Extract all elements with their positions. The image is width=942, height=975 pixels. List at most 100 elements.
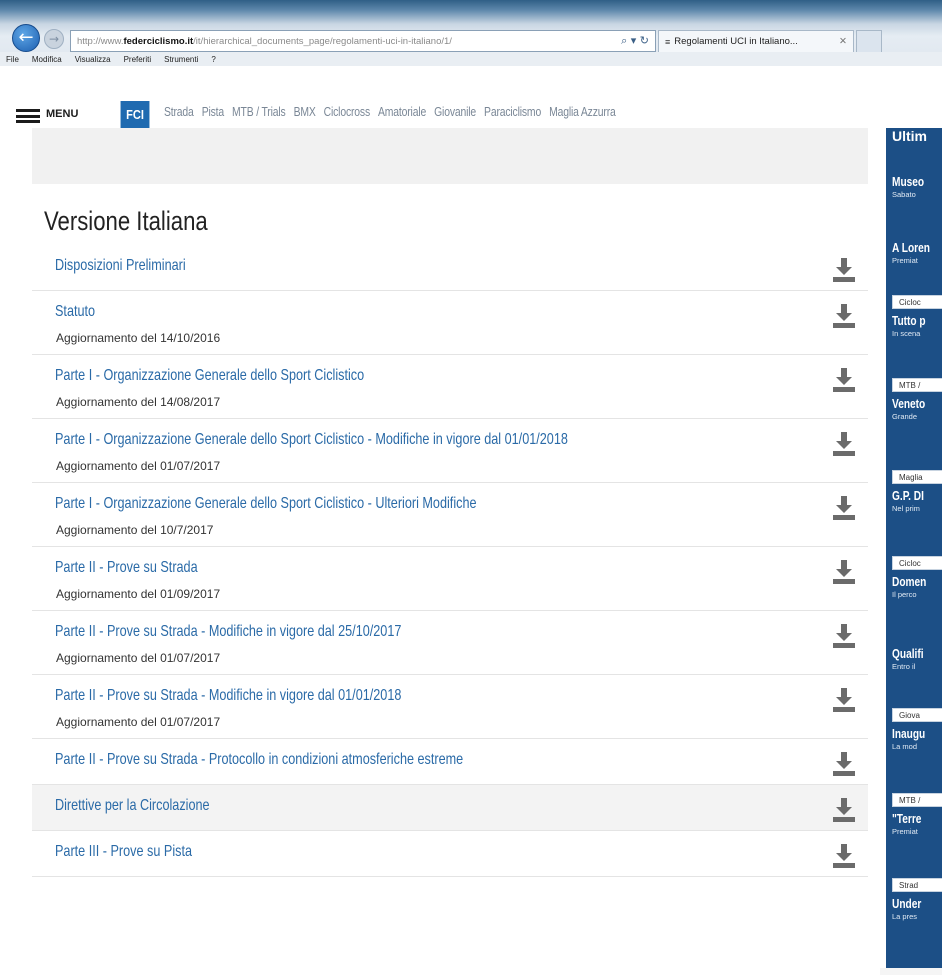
news-item[interactable]: Domen Il perco bbox=[892, 574, 942, 599]
document-date: Aggiornamento del 01/07/2017 bbox=[56, 715, 221, 729]
nav-link-pista[interactable]: Pista bbox=[202, 104, 224, 119]
document-link[interactable]: Disposizioni Preliminari bbox=[55, 257, 186, 275]
browser-chrome: ← → http://www. federciclismo.it/it/hiera… bbox=[0, 0, 942, 66]
news-item[interactable]: Qualifi Entro il bbox=[892, 646, 942, 671]
new-tab-button[interactable] bbox=[856, 30, 882, 52]
menu-help[interactable]: ? bbox=[211, 55, 215, 64]
news-item[interactable]: G.P. DI Nel prim bbox=[892, 488, 942, 513]
news-title[interactable]: Under bbox=[892, 896, 939, 911]
document-date: Aggiornamento del 01/07/2017 bbox=[56, 459, 221, 473]
news-title[interactable]: Museo bbox=[892, 174, 939, 189]
list-item: Parte I - Organizzazione Generale dello … bbox=[32, 483, 868, 547]
main-content: Versione Italiana Disposizioni Prelimina… bbox=[32, 128, 868, 975]
document-link[interactable]: Statuto bbox=[55, 303, 95, 321]
menu-file[interactable]: File bbox=[6, 55, 19, 64]
document-link[interactable]: Parte I - Organizzazione Generale dello … bbox=[55, 367, 364, 385]
news-title[interactable]: Qualifi bbox=[892, 646, 939, 661]
menu-modifica[interactable]: Modifica bbox=[32, 55, 62, 64]
download-icon[interactable] bbox=[832, 751, 856, 777]
browser-tab[interactable]: ≡ Regolamenti UCI in Italiano... ✕ bbox=[658, 30, 854, 52]
news-title[interactable]: Inaugu bbox=[892, 726, 939, 741]
search-refresh-icon[interactable]: ⌕ ▾ ↻ bbox=[615, 34, 655, 48]
category-tag[interactable]: MTB / bbox=[892, 793, 942, 807]
document-link[interactable]: Parte III - Prove su Pista bbox=[55, 843, 192, 861]
category-tag[interactable]: Cicloc bbox=[892, 295, 942, 309]
list-item: Statuto Aggiornamento del 14/10/2016 bbox=[32, 291, 868, 355]
back-arrow-icon[interactable]: ← bbox=[12, 24, 40, 52]
document-link[interactable]: Parte II - Prove su Strada bbox=[55, 559, 198, 577]
category-tag[interactable]: Cicloc bbox=[892, 556, 942, 570]
list-item: Parte II - Prove su Strada - Modifiche i… bbox=[32, 611, 868, 675]
download-icon[interactable] bbox=[832, 495, 856, 521]
document-link[interactable]: Parte II - Prove su Strada - Modifiche i… bbox=[55, 623, 401, 641]
news-title[interactable]: "Terre bbox=[892, 811, 939, 826]
news-title[interactable]: G.P. DI bbox=[892, 488, 939, 503]
news-item[interactable]: Under La pres bbox=[892, 896, 942, 921]
download-icon[interactable] bbox=[832, 559, 856, 585]
news-summary: La pres bbox=[892, 912, 918, 921]
news-item[interactable]: A Loren Premiat bbox=[892, 240, 942, 265]
download-icon[interactable] bbox=[832, 367, 856, 393]
document-link[interactable]: Parte II - Prove su Strada - Modifiche i… bbox=[55, 687, 401, 705]
news-title[interactable]: Tutto p bbox=[892, 313, 939, 328]
news-item[interactable]: Tutto p In scena bbox=[892, 313, 942, 338]
nav-link-giovanile[interactable]: Giovanile bbox=[434, 104, 476, 119]
category-tag[interactable]: Giova bbox=[892, 708, 942, 722]
list-item: Disposizioni Preliminari bbox=[32, 245, 868, 291]
download-icon[interactable] bbox=[832, 797, 856, 823]
document-date: Aggiornamento del 01/09/2017 bbox=[56, 587, 221, 601]
document-date: Aggiornamento del 01/07/2017 bbox=[56, 651, 221, 665]
news-item[interactable]: Inaugu La mod bbox=[892, 726, 942, 751]
page-bottom-strip bbox=[880, 968, 942, 975]
nav-link-ciclocross[interactable]: Ciclocross bbox=[324, 104, 371, 119]
news-title[interactable]: Veneto bbox=[892, 396, 939, 411]
document-list: Disposizioni Preliminari Statuto Aggiorn… bbox=[32, 245, 868, 877]
nav-link-mtb-trials[interactable]: MTB / Trials bbox=[232, 104, 286, 119]
url-host: federciclismo.it bbox=[123, 35, 194, 47]
category-tag[interactable]: MTB / bbox=[892, 378, 942, 392]
nav-link-maglia-azzurra[interactable]: Maglia Azzurra bbox=[549, 104, 616, 119]
news-title[interactable]: Domen bbox=[892, 574, 939, 589]
news-summary: Sabato bbox=[892, 190, 916, 199]
document-date: Aggiornamento del 10/7/2017 bbox=[56, 523, 214, 537]
list-item: Parte II - Prove su Strada Aggiornamento… bbox=[32, 547, 868, 611]
document-link[interactable]: Direttive per la Circolazione bbox=[55, 797, 210, 815]
menu-label[interactable]: MENU bbox=[46, 108, 78, 120]
nav-link-strada[interactable]: Strada bbox=[164, 104, 194, 119]
download-icon[interactable] bbox=[832, 843, 856, 869]
close-icon[interactable]: ✕ bbox=[839, 36, 847, 47]
category-tag[interactable]: Strad bbox=[892, 878, 942, 892]
forward-arrow-icon[interactable]: → bbox=[44, 29, 64, 49]
document-date: Aggiornamento del 14/10/2016 bbox=[56, 331, 221, 345]
news-item[interactable]: Museo Sabato bbox=[892, 174, 942, 199]
nav-link-bmx[interactable]: BMX bbox=[294, 104, 316, 119]
news-item[interactable]: "Terre Premiat bbox=[892, 811, 942, 836]
category-tag[interactable]: Maglia bbox=[892, 470, 942, 484]
download-icon[interactable] bbox=[832, 687, 856, 713]
document-link[interactable]: Parte II - Prove su Strada - Protocollo … bbox=[55, 751, 463, 769]
news-item[interactable]: Veneto Grande bbox=[892, 396, 942, 421]
list-item: Direttive per la Circolazione bbox=[32, 785, 868, 831]
address-bar[interactable]: http://www. federciclismo.it/it/hierarchi… bbox=[70, 30, 656, 52]
document-link[interactable]: Parte I - Organizzazione Generale dello … bbox=[55, 495, 477, 513]
news-sidebar: Ultim Museo Sabato A Loren Premiat Ciclo… bbox=[886, 128, 942, 975]
page-title: Versione Italiana bbox=[44, 206, 208, 236]
menu-visualizza[interactable]: Visualizza bbox=[75, 55, 111, 64]
nav-link-amatoriale[interactable]: Amatoriale bbox=[378, 104, 426, 119]
download-icon[interactable] bbox=[832, 257, 856, 283]
nav-link-paraciclismo[interactable]: Paraciclismo bbox=[484, 104, 541, 119]
url-prefix: http://www. bbox=[77, 35, 124, 47]
news-title[interactable]: A Loren bbox=[892, 240, 939, 255]
fci-nav-badge[interactable]: FCI bbox=[120, 101, 150, 129]
nav-links: Strada Pista MTB / Trials BMX Ciclocross… bbox=[164, 104, 616, 119]
download-icon[interactable] bbox=[832, 623, 856, 649]
download-icon[interactable] bbox=[832, 431, 856, 457]
list-item: Parte III - Prove su Pista bbox=[32, 831, 868, 877]
hamburger-menu-icon[interactable] bbox=[16, 109, 40, 123]
sidebar-heading: Ultim bbox=[892, 128, 927, 144]
menu-strumenti[interactable]: Strumenti bbox=[164, 55, 198, 64]
menu-preferiti[interactable]: Preferiti bbox=[124, 55, 152, 64]
download-icon[interactable] bbox=[832, 303, 856, 329]
news-summary: Entro il bbox=[892, 662, 916, 671]
document-link[interactable]: Parte I - Organizzazione Generale dello … bbox=[55, 431, 568, 449]
